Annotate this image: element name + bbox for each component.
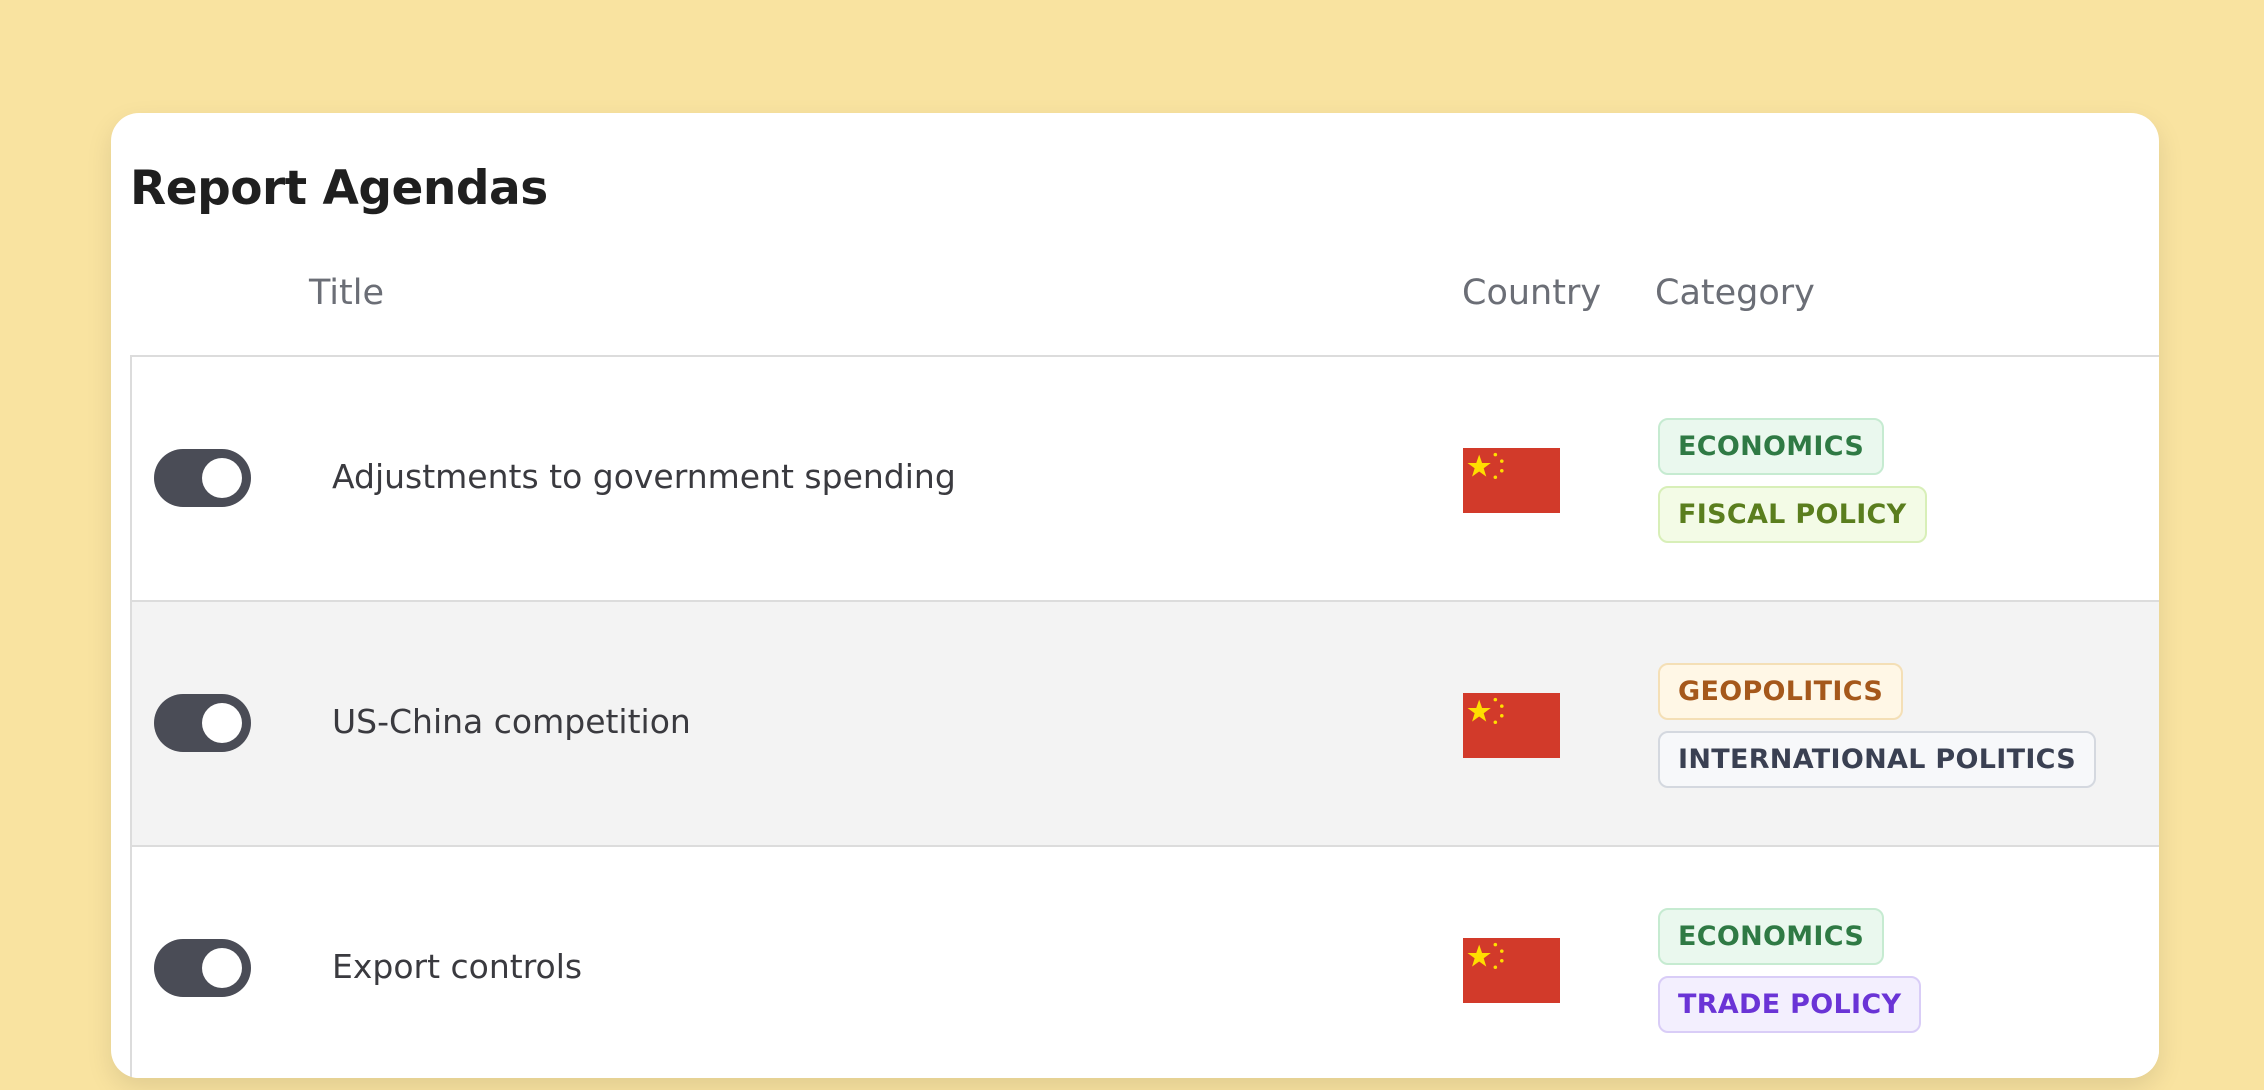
china-flag-icon: [1463, 693, 1560, 758]
column-header-title[interactable]: Title: [309, 273, 384, 313]
agenda-title: US-China competition: [332, 702, 691, 741]
china-flag-icon: [1463, 448, 1560, 513]
table-row: US-China competition GEOPOLITICS INTERNA…: [132, 602, 2159, 847]
category-badge-trade-policy[interactable]: TRADE POLICY: [1658, 976, 1922, 1033]
column-header-country[interactable]: Country: [1462, 273, 1601, 313]
category-badge-international-politics[interactable]: INTERNATIONAL POLITICS: [1658, 731, 2097, 788]
enable-toggle[interactable]: [154, 694, 251, 752]
enable-toggle[interactable]: [154, 449, 251, 507]
category-badge-fiscal-policy[interactable]: FISCAL POLICY: [1658, 486, 1927, 543]
column-header-category[interactable]: Category: [1655, 273, 1815, 313]
toggle-knob: [202, 458, 242, 498]
toggle-knob: [202, 703, 242, 743]
enable-toggle[interactable]: [154, 939, 251, 997]
page-title: Report Agendas: [130, 161, 548, 216]
category-badge-economics[interactable]: ECONOMICS: [1658, 418, 1885, 475]
category-badge-geopolitics[interactable]: GEOPOLITICS: [1658, 663, 1904, 720]
table-row: Adjustments to government spending ECONO…: [132, 357, 2159, 602]
agenda-title: Adjustments to government spending: [332, 457, 956, 496]
china-flag-icon: [1463, 938, 1560, 1003]
agenda-title: Export controls: [332, 947, 583, 986]
table-row: Export controls ECONOMICS TRADE POLICY: [132, 847, 2159, 1078]
report-agendas-card: Report Agendas Title Country Category Ad…: [111, 113, 2159, 1078]
toggle-knob: [202, 948, 242, 988]
agenda-table: Adjustments to government spending ECONO…: [130, 355, 2159, 1078]
category-badge-economics[interactable]: ECONOMICS: [1658, 908, 1885, 965]
